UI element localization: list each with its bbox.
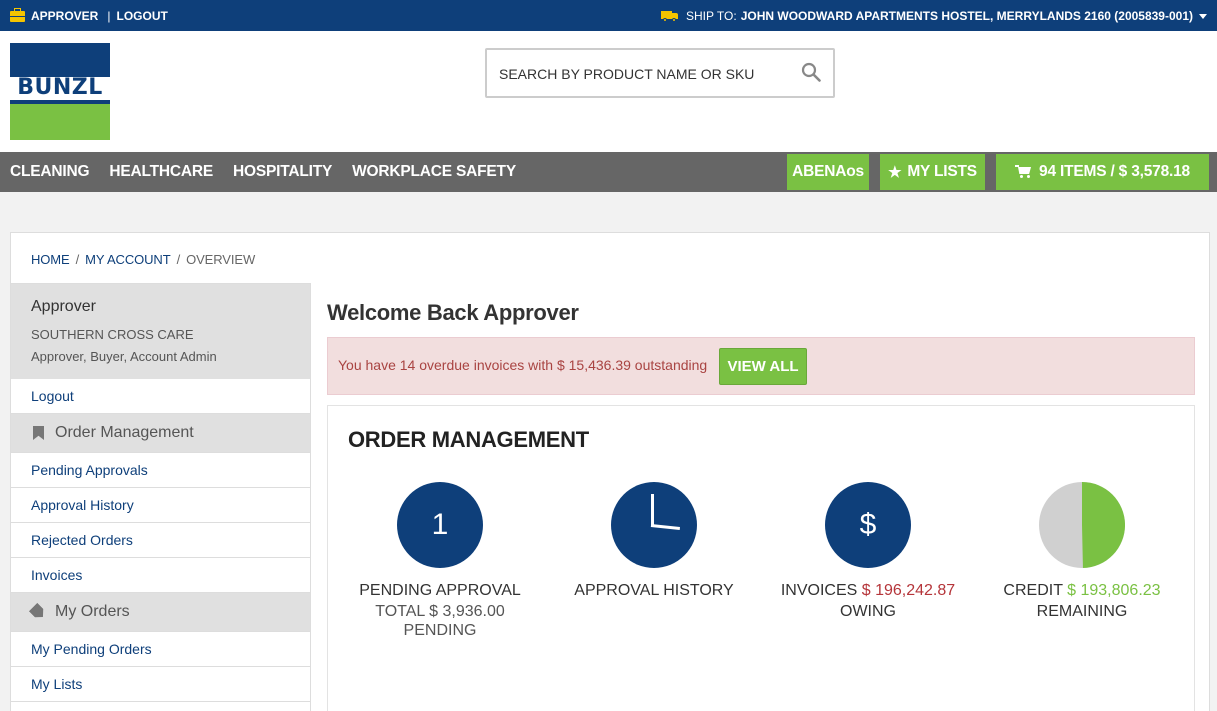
- sidebar-item-rejected-orders[interactable]: Rejected Orders: [11, 523, 310, 558]
- section-label: My Orders: [55, 603, 130, 620]
- ship-to-label: SHIP TO:: [685, 9, 737, 23]
- invoices-status: OWING: [840, 603, 896, 620]
- tag-icon: [31, 605, 45, 619]
- ship-to-selector[interactable]: SHIP TO: JOHN WOODWARD APARTMENTS HOSTEL…: [660, 9, 1207, 23]
- category-links: CLEANING HEALTHCARE HOSPITALITY WORKPLAC…: [10, 152, 536, 192]
- sidebar-item-label: My Lists: [31, 676, 83, 692]
- pie-remaining-slice: [1082, 482, 1125, 568]
- sidebar-item-label: Logout: [31, 388, 74, 404]
- view-all-button[interactable]: VIEW ALL: [719, 348, 807, 385]
- sidebar-item-my-lists[interactable]: My Lists: [11, 667, 310, 702]
- main-content: Welcome Back Approver You have 14 overdu…: [327, 283, 1195, 711]
- dollar-symbol: $: [859, 508, 877, 541]
- nav-hospitality[interactable]: HOSPITALITY: [233, 163, 332, 181]
- my-lists-label: MY LISTS: [907, 163, 977, 180]
- logout-link[interactable]: LOGOUT: [116, 9, 167, 23]
- clock-icon: [611, 482, 697, 568]
- breadcrumb-account[interactable]: MY ACCOUNT: [85, 252, 171, 267]
- pending-label: PENDING APPROVAL: [359, 582, 521, 599]
- sidebar-item-label: Rejected Orders: [31, 532, 133, 548]
- separator: |: [107, 9, 111, 23]
- nav-cleaning[interactable]: CLEANING: [10, 163, 90, 181]
- truck-icon: [660, 10, 678, 22]
- tile-pending-approval[interactable]: 1 PENDING APPROVAL TOTAL $ 3,936.00 PEND…: [328, 482, 552, 640]
- tile-approval-history[interactable]: APPROVAL HISTORY: [542, 482, 766, 600]
- order-management-card: ORDER MANAGEMENT 1 PENDING APPROVAL TOTA…: [327, 405, 1195, 711]
- account-sidebar: Approver SOUTHERN CROSS CARE Approver, B…: [11, 283, 311, 711]
- sidebar-item-my-pending-orders[interactable]: My Pending Orders: [11, 632, 310, 667]
- cart-button[interactable]: 94 ITEMS / $ 3,578.18: [996, 154, 1209, 190]
- credit-line: CREDIT $ 193,806.23: [970, 582, 1194, 600]
- breadcrumb-sep: /: [176, 252, 181, 267]
- credit-pie-chart: [1039, 482, 1125, 568]
- user-name: Approver: [31, 298, 96, 315]
- page-title: Welcome Back Approver: [327, 300, 579, 325]
- tile-invoices[interactable]: $ INVOICES $ 196,242.87 OWING: [756, 482, 980, 621]
- abena-button[interactable]: ABENAos: [787, 154, 869, 190]
- bookmark-icon: [31, 426, 45, 440]
- my-lists-button[interactable]: ★ MY LISTS: [880, 154, 985, 190]
- card-title: ORDER MANAGEMENT: [348, 427, 589, 452]
- tile-credit[interactable]: CREDIT $ 193,806.23 REMAINING: [970, 482, 1194, 621]
- sidebar-item-label: My Pending Orders: [31, 641, 152, 657]
- section-label: Order Management: [55, 424, 194, 441]
- search-icon[interactable]: [801, 62, 821, 82]
- cart-summary: 94 ITEMS / $ 3,578.18: [1039, 163, 1190, 180]
- sidebar-item-approval-history[interactable]: Approval History: [11, 488, 310, 523]
- invoices-amount: $ 196,242.87: [861, 582, 956, 599]
- top-bar: APPROVER | LOGOUT SHIP TO: JOHN WOODWARD…: [0, 0, 1217, 31]
- section-order-management: Order Management: [11, 414, 310, 453]
- pending-total: TOTAL $ 3,936.00: [375, 603, 505, 620]
- bunzl-logo[interactable]: BUNZL: [10, 43, 110, 140]
- account-links: APPROVER | LOGOUT: [10, 7, 168, 23]
- site-header: BUNZL: [0, 31, 1217, 152]
- role-link[interactable]: APPROVER: [31, 9, 98, 23]
- credit-amount: $ 193,806.23: [1067, 582, 1161, 599]
- breadcrumb-current: OVERVIEW: [186, 252, 256, 267]
- nav-healthcare[interactable]: HEALTHCARE: [109, 163, 213, 181]
- alert-message: You have 14 overdue invoices with $ 15,4…: [338, 357, 708, 373]
- nav-workplace-safety[interactable]: WORKPLACE SAFETY: [352, 163, 516, 181]
- pending-count: 1: [431, 508, 449, 541]
- credit-label: CREDIT: [1003, 582, 1063, 599]
- invoices-label: INVOICES: [780, 582, 858, 599]
- breadcrumb: HOME / MY ACCOUNT / OVERVIEW: [31, 252, 255, 267]
- search-box: [485, 48, 835, 98]
- pending-status: PENDING: [403, 622, 477, 639]
- logo-text: BUNZL: [10, 77, 110, 100]
- sidebar-item-label: Pending Approvals: [31, 462, 148, 478]
- star-icon: ★: [888, 164, 902, 181]
- credit-status: REMAINING: [1036, 603, 1128, 620]
- abena-label: ABENAos: [792, 163, 864, 180]
- breadcrumb-home[interactable]: HOME: [31, 252, 70, 267]
- dollar-icon: $: [825, 482, 911, 568]
- ship-to-value[interactable]: JOHN WOODWARD APARTMENTS HOSTEL, MERRYLA…: [741, 9, 1193, 23]
- sidebar-item-label: Approval History: [31, 497, 134, 513]
- user-org: SOUTHERN CROSS CARE: [31, 327, 194, 342]
- user-roles: Approver, Buyer, Account Admin: [31, 349, 217, 364]
- section-my-orders: My Orders: [11, 593, 310, 632]
- cart-icon: [1015, 165, 1033, 179]
- sidebar-item-label: Invoices: [31, 567, 83, 583]
- content-panel: HOME / MY ACCOUNT / OVERVIEW Approver SO…: [10, 232, 1210, 711]
- user-card: Approver SOUTHERN CROSS CARE Approver, B…: [11, 284, 310, 379]
- sidebar-item-logout[interactable]: Logout: [11, 379, 310, 414]
- history-label: APPROVAL HISTORY: [574, 582, 734, 599]
- pending-count-circle: 1: [397, 482, 483, 568]
- main-nav: CLEANING HEALTHCARE HOSPITALITY WORKPLAC…: [0, 152, 1217, 192]
- invoices-line: INVOICES $ 196,242.87: [756, 582, 980, 600]
- briefcase-icon: [10, 7, 25, 22]
- sidebar-item-pending-approvals[interactable]: Pending Approvals: [11, 453, 310, 488]
- breadcrumb-sep: /: [75, 252, 80, 267]
- chevron-down-icon[interactable]: [1199, 13, 1207, 19]
- search-input[interactable]: [499, 62, 789, 86]
- overdue-alert: You have 14 overdue invoices with $ 15,4…: [327, 337, 1195, 395]
- sidebar-item-invoices[interactable]: Invoices: [11, 558, 310, 593]
